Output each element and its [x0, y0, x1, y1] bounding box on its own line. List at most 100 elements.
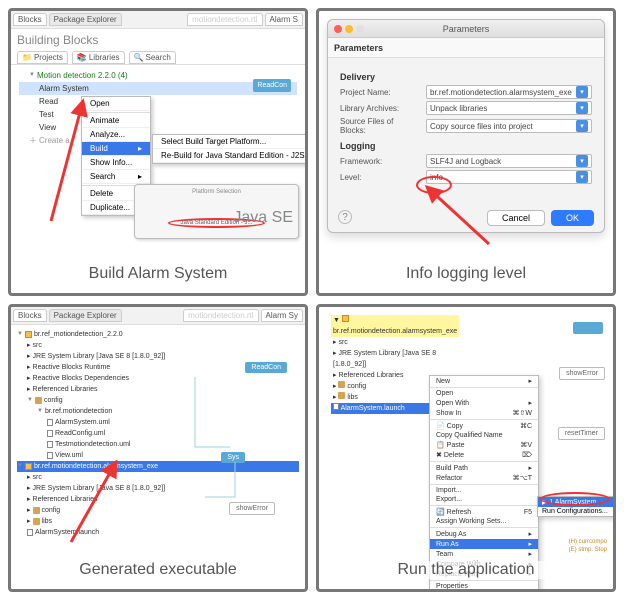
ctx-delete[interactable]: ✖ Delete⌦ [430, 450, 538, 460]
ctx-import[interactable]: Import... [430, 486, 538, 495]
canvas-readcon-block[interactable]: ReadCon [253, 79, 291, 92]
dropdown-icon[interactable]: ▾ [576, 171, 588, 183]
ctx-export[interactable]: Export... [430, 495, 538, 504]
canvas-showerror[interactable]: showError [559, 367, 605, 380]
canvas-note-stop: (E) stmp: Stop [569, 547, 607, 553]
ctx-build-path[interactable]: Build Path▸ [430, 463, 538, 473]
source-files-label: Source Files of Blocks: [340, 117, 420, 135]
tree-src[interactable]: ▸ src [17, 340, 299, 351]
tree-jre2[interactable]: ▸ JRE System Library [Java SE 8 [1.8.0_9… [17, 483, 299, 494]
tree-config[interactable]: ▼ config [17, 395, 299, 406]
tab-blocks[interactable]: Blocks [13, 309, 47, 322]
chevron-right-icon: ▸ [138, 144, 142, 153]
ctx-search[interactable]: Search▸ [82, 170, 150, 184]
zoom-dot[interactable] [356, 25, 364, 33]
tab-blocks[interactable]: Blocks [13, 13, 47, 26]
tree-project[interactable]: ▼ br.ref_motiondetection_2.2.0 [17, 329, 299, 340]
tree-src2[interactable]: ▸ src [17, 472, 299, 483]
tree-motion-pkg[interactable]: ▼ br.ref.motiondetection [17, 406, 299, 417]
tree-view[interactable]: View [19, 121, 297, 134]
canvas-readcon[interactable]: ReadCon [245, 362, 287, 373]
tree-jre[interactable]: ▸ JRE System Library [Java SE 8 [1.8.0_9… [17, 351, 299, 362]
subtab-projects[interactable]: 📁Projects [17, 51, 68, 64]
tree-jre[interactable]: ▸ JRE System Library [Java SE 8 [1.8.0_9… [331, 348, 459, 370]
tab-alarm[interactable]: Alarm Sy [261, 309, 303, 322]
chevron-right-icon: ▸ [528, 464, 532, 472]
panel-parameters: Parameters Parameters Delivery Project N… [316, 8, 616, 296]
tree-test[interactable]: Test [19, 108, 297, 121]
panel-run-app: ▼ br.ref.motiondetection.alarmsystem_exe… [316, 304, 616, 592]
editor-tabs: Blocks Package Explorer motiondetection.… [11, 307, 305, 325]
tab-package-explorer[interactable]: Package Explorer [49, 309, 122, 322]
tree-view-uml[interactable]: View.uml [17, 450, 299, 461]
project-name-field[interactable]: br.ref.motiondetection.alarmsystem_exe▾ [426, 85, 592, 99]
tree-exe-project[interactable]: ▼ br.ref.motiondetection.alarmsystem_exe [331, 315, 459, 337]
ctx-refactor[interactable]: Refactor⌘⌥T [430, 473, 538, 483]
subtab-search[interactable]: 🔍Search [129, 51, 176, 64]
ctx-copy[interactable]: 📄 Copy⌘C [430, 421, 538, 431]
tree-read[interactable]: Read [19, 95, 297, 108]
ctx-copy-qn[interactable]: Copy Qualified Name [430, 431, 538, 440]
canvas-note-comp: (H) currcompo [569, 539, 607, 545]
dropdown-icon[interactable]: ▾ [576, 86, 588, 98]
submenu-rebuild-j2se[interactable]: Re-Build for Java Standard Edition - J2S… [153, 149, 308, 163]
framework-field[interactable]: SLF4J and Logback▾ [426, 154, 592, 168]
run-configurations[interactable]: Run Configurations... [538, 507, 616, 516]
dropdown-icon[interactable]: ▾ [576, 102, 588, 114]
dialog-subtitle: Parameters [328, 38, 604, 58]
subtab-libraries[interactable]: 📚Libraries [72, 51, 125, 64]
panel-caption: Info logging level [319, 265, 613, 283]
section-delivery: Delivery [340, 72, 592, 82]
window-controls [334, 25, 364, 33]
tree-exe-project[interactable]: ▼ br.ref.motiondetection.alarmsystem_exe [17, 461, 299, 472]
tab-alarm[interactable]: Alarm S [265, 13, 303, 26]
ctx-show-info[interactable]: Show Info... [82, 156, 150, 170]
tree-launch[interactable]: AlarmSystem.launch [17, 527, 299, 538]
panel-generated-exe: Blocks Package Explorer motiondetection.… [8, 304, 308, 592]
java-se-label: Java SE [233, 209, 293, 227]
file-icon [333, 403, 339, 410]
ctx-paste[interactable]: 📋 Paste⌘V [430, 440, 538, 450]
ctx-refresh[interactable]: 🔄 RefreshF5 [430, 507, 538, 517]
ok-button[interactable]: OK [551, 210, 594, 226]
ctx-animate[interactable]: Animate [82, 114, 150, 128]
tree-test-uml[interactable]: Testmotiondetection.uml [17, 439, 299, 450]
cancel-button[interactable]: Cancel [487, 210, 545, 226]
ctx-assign-ws[interactable]: Assign Working Sets... [430, 517, 538, 526]
canvas-sys[interactable]: Sys [221, 452, 245, 463]
tree-src[interactable]: ▸ src [331, 337, 459, 348]
submenu-select-platform[interactable]: Select Build Target Platform... [153, 135, 308, 149]
ctx-debug-as[interactable]: Debug As▸ [430, 529, 538, 539]
tab-package-explorer[interactable]: Package Explorer [49, 13, 122, 26]
ctx-open[interactable]: Open [82, 97, 150, 111]
ctx-show-in[interactable]: Show In⌘⇧W [430, 408, 538, 418]
tree-rdeps[interactable]: ▸ Reactive Blocks Dependencies [17, 373, 299, 384]
close-dot[interactable] [334, 25, 342, 33]
ctx-run-as[interactable]: Run As▸ [430, 539, 538, 549]
tree-alarm-uml[interactable]: AlarmSystem.uml [17, 417, 299, 428]
ctx-properties[interactable]: Properties [430, 582, 538, 591]
canvas-block-a[interactable] [573, 322, 603, 334]
ctx-team[interactable]: Team▸ [430, 549, 538, 559]
dropdown-icon[interactable]: ▾ [576, 155, 588, 167]
tree-libs[interactable]: ▸ libs [17, 516, 299, 527]
canvas-showerror[interactable]: showError [229, 502, 275, 515]
ctx-open[interactable]: Open [430, 389, 538, 398]
dropdown-icon[interactable]: ▾ [576, 120, 588, 132]
ctx-new[interactable]: New▸ [430, 376, 538, 386]
ctx-analyze[interactable]: Analyze... [82, 128, 150, 142]
source-files-field[interactable]: Copy source files into project▾ [426, 119, 592, 133]
canvas-resettimer[interactable]: resetTimer [558, 427, 605, 440]
dialog-titlebar[interactable]: Parameters [328, 20, 604, 38]
section-logging: Logging [340, 141, 592, 151]
library-archives-field[interactable]: Unpack libraries▾ [426, 101, 592, 115]
tree-read-uml[interactable]: ReadConfig.uml [17, 428, 299, 439]
help-button[interactable]: ? [338, 210, 352, 224]
ctx-build[interactable]: Build▸ [82, 142, 150, 156]
tab-motiondetection-file[interactable]: motiondetection.rtl [187, 13, 262, 26]
minimize-dot[interactable] [345, 25, 353, 33]
keyboard-shortcut: ⌘V [520, 441, 532, 449]
ctx-open-with[interactable]: Open With▸ [430, 398, 538, 408]
tab-motiondetection-file[interactable]: motiondetection.rtl [183, 309, 258, 322]
tree-reflibs[interactable]: ▸ Referenced Libraries [17, 384, 299, 395]
